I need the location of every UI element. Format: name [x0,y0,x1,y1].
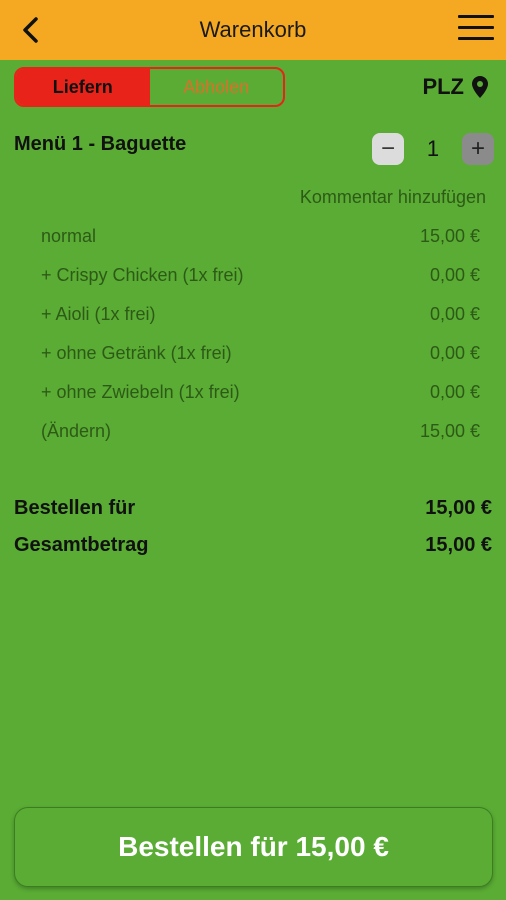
option-price: 0,00 € [429,304,480,324]
option-label: + Crispy Chicken (1x frei) [41,265,244,285]
option-price: 0,00 € [429,382,480,402]
quantity-stepper: − 1 + [372,133,494,165]
total-row: Gesamtbetrag 15,00 € [14,534,492,557]
option-price: 0,00 € [429,343,480,363]
option-row: + Crispy Chicken (1x frei) 0,00 € [41,265,480,304]
option-row: + Aioli (1x frei) 0,00 € [41,304,480,343]
total-value: 15,00 € [425,534,492,556]
deliver-tab[interactable]: Liefern [16,69,150,105]
increase-quantity-button[interactable]: + [462,133,494,165]
option-row: + ohne Zwiebeln (1x frei) 0,00 € [41,382,480,421]
option-row: normal 15,00 € [41,226,480,265]
quantity-value: 1 [426,136,440,161]
change-options-row[interactable]: (Ändern) 15,00 € [41,421,480,460]
add-comment-link[interactable]: Kommentar hinzufügen [300,187,486,208]
hamburger-menu-icon[interactable] [458,15,494,43]
top-bar: Warenkorb [0,0,506,60]
decrease-quantity-button[interactable]: − [372,133,404,165]
option-price: 0,00 € [429,265,480,285]
option-price: 15,00 € [419,226,480,246]
cart-item-name: Menü 1 - Baguette [14,133,187,155]
option-label: + ohne Zwiebeln (1x frei) [41,382,240,402]
page-title: Warenkorb [199,17,307,42]
order-for-label: Bestellen für [14,497,136,519]
delivery-mode-toggle: Liefern Abholen [14,67,285,107]
order-for-value: 15,00 € [425,497,492,519]
option-label: + Aioli (1x frei) [41,304,156,324]
postal-code-selector[interactable]: PLZ [422,74,488,100]
total-label: Gesamtbetrag [14,534,149,556]
place-order-button[interactable]: Bestellen für 15,00 € [14,807,493,887]
option-label: + ohne Getränk (1x frei) [41,343,232,363]
pickup-tab[interactable]: Abholen [150,69,284,105]
change-options-link[interactable]: (Ändern) [41,421,111,460]
postal-code-label: PLZ [422,74,464,99]
item-options-list: normal 15,00 € + Crispy Chicken (1x frei… [41,226,480,460]
option-price: 15,00 € [419,421,480,441]
map-pin-icon [472,76,488,98]
order-for-row: Bestellen für 15,00 € [14,497,492,520]
option-label: normal [41,226,97,246]
option-row: + ohne Getränk (1x frei) 0,00 € [41,343,480,382]
